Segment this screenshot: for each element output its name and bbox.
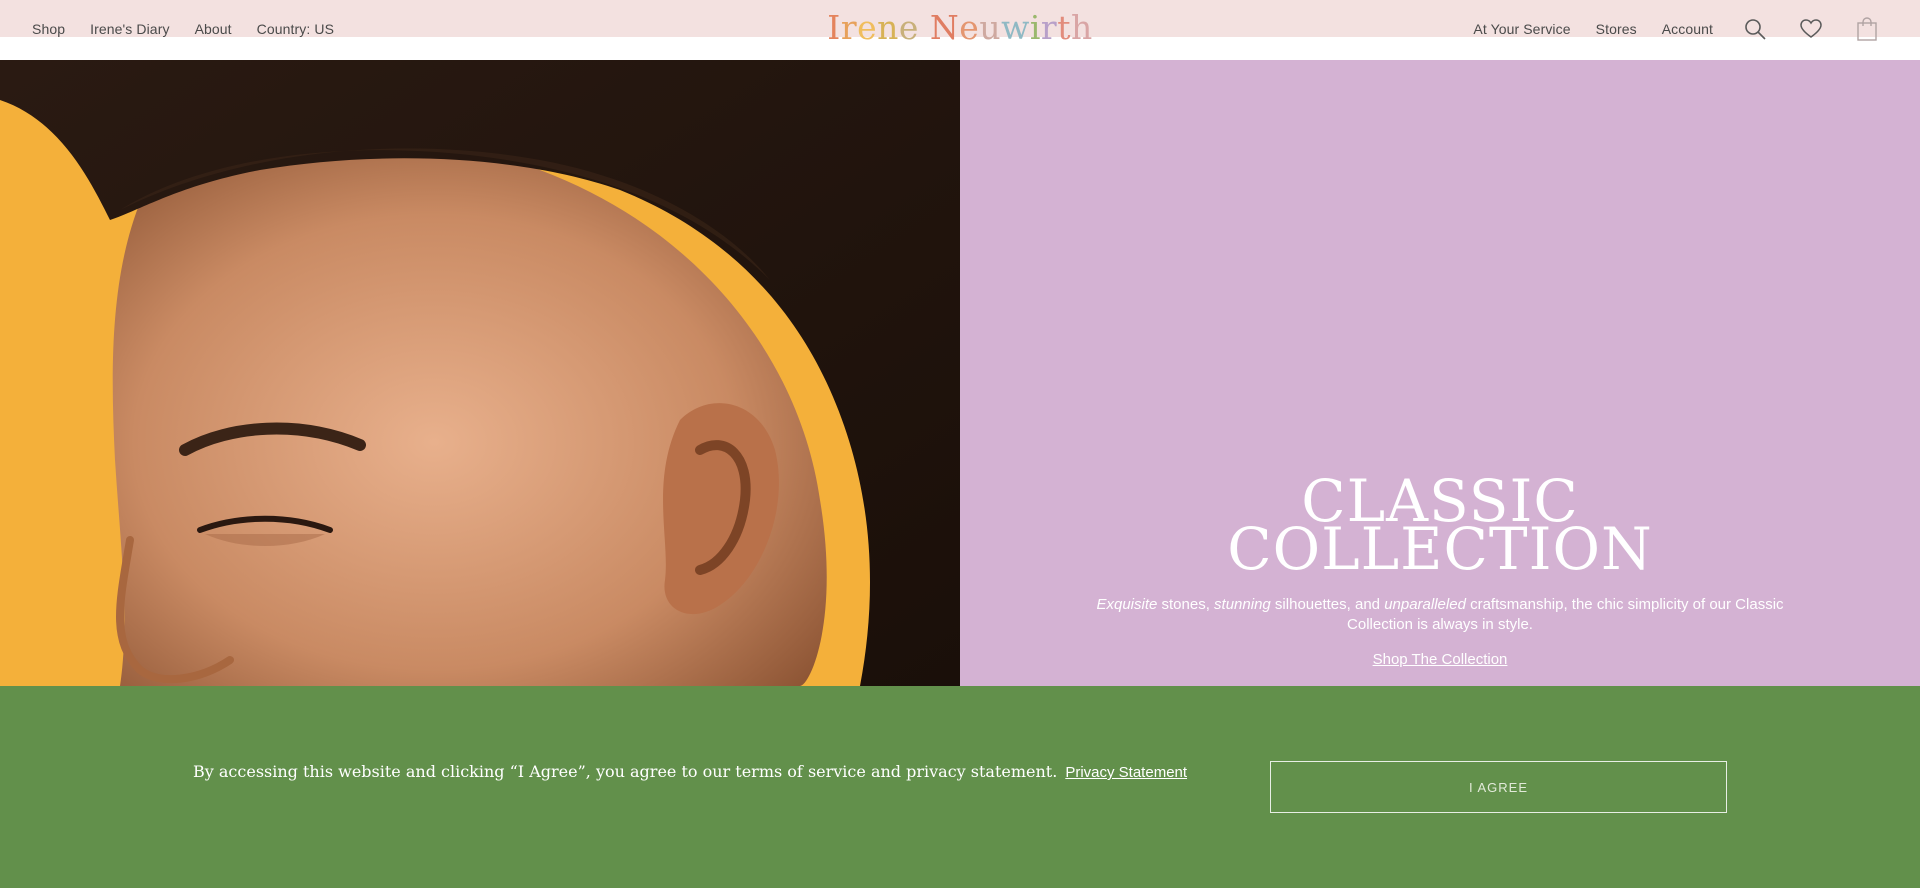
search-icon[interactable] xyxy=(1742,16,1768,42)
logo-letter: e xyxy=(959,8,980,47)
nav-shop[interactable]: Shop xyxy=(32,21,65,37)
privacy-statement-link[interactable]: Privacy Statement xyxy=(1065,764,1187,781)
nav-country-selector[interactable]: Country: US xyxy=(257,21,334,37)
logo-letter: N xyxy=(929,8,960,47)
hero-promo-panel: CLASSIC COLLECTION Exquisite stones, stu… xyxy=(960,60,1920,686)
logo-letter: e xyxy=(898,8,919,47)
nav-account[interactable]: Account xyxy=(1662,21,1713,37)
shop-the-collection-link[interactable]: Shop The Collection xyxy=(1373,651,1508,668)
logo-letter: u xyxy=(979,8,1002,47)
logo-letter: h xyxy=(1070,8,1093,47)
nav-at-your-service[interactable]: At Your Service xyxy=(1473,21,1570,37)
hero-desc-text-1: stones, xyxy=(1157,596,1215,613)
logo-letter: i xyxy=(1029,8,1041,47)
logo-letter: e xyxy=(857,8,878,47)
primary-nav: Shop Irene's Diary About Country: US xyxy=(32,0,359,58)
bag-icon[interactable] xyxy=(1854,16,1880,42)
portrait-illustration xyxy=(0,60,960,686)
consent-banner: By accessing this website and clicking “… xyxy=(0,686,1920,888)
hero-desc-em-3: unparalleled xyxy=(1384,596,1466,613)
hero-title: CLASSIC COLLECTION xyxy=(960,472,1920,583)
brand-logo[interactable]: Irene Neuwirth xyxy=(827,8,1092,48)
i-agree-button[interactable]: I AGREE xyxy=(1270,761,1727,813)
logo-letter: t xyxy=(1057,8,1071,47)
logo-letter: r xyxy=(1040,8,1058,47)
logo-letter: w xyxy=(1001,8,1030,47)
nav-about[interactable]: About xyxy=(195,21,232,37)
hero-desc-text-2: silhouettes, and xyxy=(1270,596,1385,613)
hero-desc-em-1: Exquisite xyxy=(1096,596,1158,613)
logo-letter: n xyxy=(877,8,899,47)
consent-message: By accessing this website and clicking “… xyxy=(193,762,1058,781)
consent-text-row: By accessing this website and clicking “… xyxy=(193,762,1187,781)
hero-title-line-2: COLLECTION xyxy=(1227,515,1653,583)
hero-desc-em-2: stunning xyxy=(1214,596,1271,613)
logo-letter xyxy=(919,8,930,48)
utility-nav: At Your Service Stores Account xyxy=(1473,0,1880,58)
hero-image xyxy=(0,60,960,686)
nav-irenes-diary[interactable]: Irene's Diary xyxy=(90,21,169,37)
hero-cta-wrapper: Shop The Collection xyxy=(960,651,1920,669)
heart-icon[interactable] xyxy=(1798,16,1824,42)
nav-stores[interactable]: Stores xyxy=(1596,21,1637,37)
hero-description: Exquisite stones, stunning silhouettes, … xyxy=(1080,595,1800,635)
logo-letter: I xyxy=(827,8,841,47)
logo-letter: r xyxy=(840,8,858,47)
